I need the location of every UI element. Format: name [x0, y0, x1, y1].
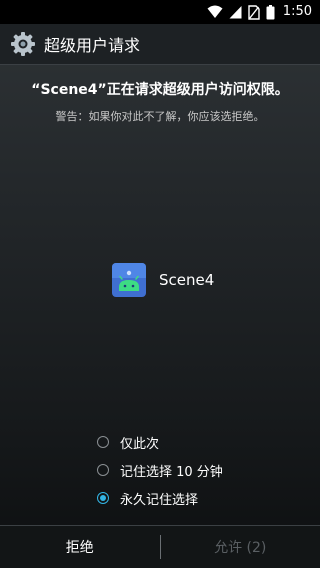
option-forever[interactable]: 永久记住选择	[97, 484, 223, 512]
wifi-icon	[207, 5, 223, 18]
app-identity: Scene4	[112, 263, 214, 297]
screen-title: 超级用户请求	[44, 36, 141, 55]
radio-button[interactable]	[97, 436, 109, 448]
request-title: “Scene4”正在请求超级用户访问权限。	[31, 82, 289, 98]
status-time: 1:50	[282, 4, 312, 19]
option-once[interactable]: 仅此次	[97, 428, 223, 456]
status-bar: 1:50	[0, 0, 320, 24]
superuser-request-screen: 1:50 超级用户请求 “Scene4”正在请求超级用户访问权限。 警告：如果你…	[0, 0, 320, 568]
status-icons: 1:50	[207, 3, 312, 21]
option-label: 记住选择 10 分钟	[120, 464, 223, 480]
action-bar-divider	[0, 64, 320, 65]
radio-dot	[100, 495, 106, 501]
remember-options: 仅此次 记住选择 10 分钟 永久记住选择	[97, 428, 223, 512]
allow-button[interactable]: 允许 (2)	[161, 526, 320, 568]
no-sim-icon	[248, 4, 260, 20]
option-label: 仅此次	[120, 436, 160, 452]
option-10-minutes[interactable]: 记住选择 10 分钟	[97, 456, 223, 484]
radio-button-checked[interactable]	[97, 492, 109, 504]
button-bar: 拒绝 允许 (2)	[0, 525, 320, 568]
deny-button[interactable]: 拒绝	[0, 526, 160, 568]
warning-text: 警告：如果你对此不了解，你应该选拒绝。	[55, 110, 265, 123]
action-bar: 超级用户请求	[0, 24, 320, 64]
app-name: Scene4	[159, 271, 215, 289]
option-label: 永久记住选择	[120, 492, 199, 508]
cell-signal-icon	[229, 6, 242, 19]
gear-icon	[10, 31, 36, 57]
radio-button[interactable]	[97, 464, 109, 476]
scene4-app-icon	[112, 263, 146, 297]
battery-icon	[266, 4, 275, 19]
